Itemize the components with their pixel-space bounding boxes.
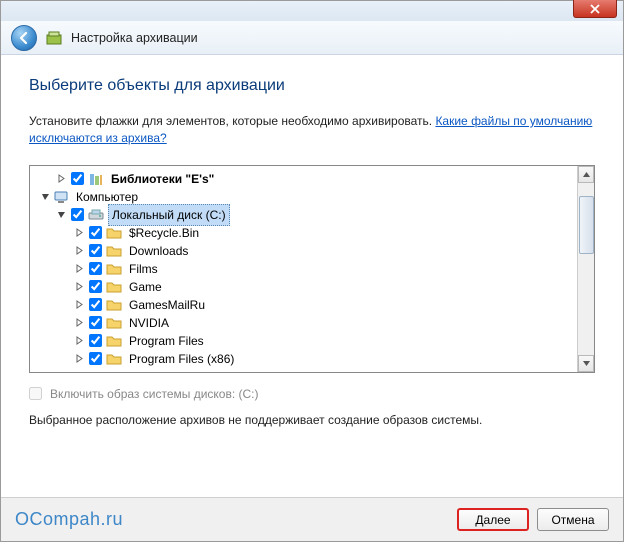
tree-node-folder[interactable]: Program Files	[36, 332, 577, 350]
collapse-icon[interactable]	[56, 209, 67, 220]
expand-icon[interactable]	[56, 173, 67, 184]
footer: OCompah.ru Далее Отмена	[1, 497, 623, 541]
expand-icon[interactable]	[74, 299, 85, 310]
folder-icon	[106, 225, 122, 241]
expand-icon[interactable]	[74, 317, 85, 328]
tree-node-libraries[interactable]: Библиотеки "E's"	[36, 170, 577, 188]
system-image-option: Включить образ системы дисков: (C:)	[29, 387, 595, 401]
tree-node-folder[interactable]: Program Files (x86)	[36, 350, 577, 368]
folder-icon	[106, 297, 122, 313]
scroll-down-button[interactable]	[578, 355, 594, 372]
tree-label: Библиотеки "E's"	[108, 169, 217, 189]
chevron-down-icon	[583, 361, 590, 366]
checkbox[interactable]	[89, 244, 102, 257]
expand-icon[interactable]	[74, 353, 85, 364]
drive-icon	[88, 207, 104, 223]
tree-view[interactable]: Библиотеки "E's" Компьютер Локальный дис…	[29, 165, 595, 373]
page-heading: Выберите объекты для архивации	[29, 77, 595, 95]
expand-icon[interactable]	[74, 245, 85, 256]
checkbox[interactable]	[71, 208, 84, 221]
titlebar	[1, 1, 623, 21]
folder-icon	[106, 243, 122, 259]
tree-node-folder[interactable]: Downloads	[36, 242, 577, 260]
scrollbar[interactable]	[577, 166, 594, 372]
computer-icon	[53, 189, 69, 205]
expand-icon[interactable]	[74, 335, 85, 346]
arrow-left-icon	[17, 31, 31, 45]
next-button[interactable]: Далее	[457, 508, 529, 531]
expand-icon[interactable]	[74, 227, 85, 238]
tree-node-folder[interactable]: $Recycle.Bin	[36, 224, 577, 242]
expand-icon[interactable]	[74, 281, 85, 292]
tree-label: NVIDIA	[126, 313, 172, 333]
tree-node-folder[interactable]: Game	[36, 278, 577, 296]
tree-node-folder[interactable]: Films	[36, 260, 577, 278]
scroll-thumb[interactable]	[579, 196, 594, 254]
tree-label: Films	[126, 259, 161, 279]
expand-icon[interactable]	[74, 263, 85, 274]
library-icon	[88, 171, 104, 187]
checkbox[interactable]	[89, 280, 102, 293]
checkbox[interactable]	[89, 262, 102, 275]
collapse-icon[interactable]	[40, 191, 51, 202]
watermark: OCompah.ru	[15, 509, 123, 530]
system-image-label: Включить образ системы дисков: (C:)	[50, 387, 259, 401]
archive-icon	[45, 29, 63, 47]
chevron-up-icon	[583, 172, 590, 177]
cancel-button[interactable]: Отмена	[537, 508, 609, 531]
folder-icon	[106, 315, 122, 331]
checkbox[interactable]	[89, 226, 102, 239]
close-icon	[590, 4, 600, 14]
intro-text: Установите флажки для элементов, которые…	[29, 113, 595, 147]
checkbox[interactable]	[71, 172, 84, 185]
tree-label: Program Files (x86)	[126, 349, 237, 369]
tree-label: Program Files	[126, 331, 207, 351]
tree-label: Game	[126, 277, 165, 297]
tree-label: GamesMailRu	[126, 295, 208, 315]
scroll-up-button[interactable]	[578, 166, 594, 183]
folder-icon	[106, 279, 122, 295]
tree-label: $Recycle.Bin	[126, 223, 202, 243]
tree-label: Downloads	[126, 241, 191, 261]
intro-plain: Установите флажки для элементов, которые…	[29, 114, 435, 128]
tree-node-local-disk[interactable]: Локальный диск (C:)	[36, 206, 577, 224]
folder-icon	[106, 351, 122, 367]
folder-icon	[106, 261, 122, 277]
tree-node-folder[interactable]: NVIDIA	[36, 314, 577, 332]
system-image-note: Выбранное расположение архивов не поддер…	[29, 413, 595, 427]
checkbox[interactable]	[89, 316, 102, 329]
navbar: Настройка архивации	[1, 21, 623, 55]
checkbox[interactable]	[89, 298, 102, 311]
checkbox[interactable]	[89, 334, 102, 347]
tree-node-folder[interactable]: GamesMailRu	[36, 296, 577, 314]
checkbox[interactable]	[89, 352, 102, 365]
folder-icon	[106, 333, 122, 349]
system-image-checkbox	[29, 387, 42, 400]
navbar-title: Настройка архивации	[71, 31, 198, 45]
back-button[interactable]	[11, 25, 37, 51]
close-button[interactable]	[573, 0, 617, 18]
